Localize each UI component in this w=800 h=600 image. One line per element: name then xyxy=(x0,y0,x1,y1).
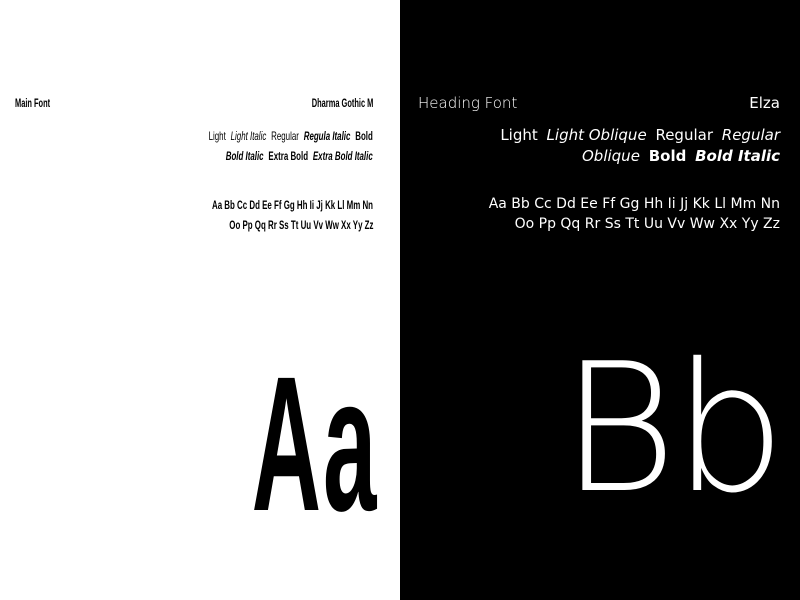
heading-weight-regular-oblique-a: Regular xyxy=(721,126,780,144)
main-font-specimen: Aa xyxy=(251,336,378,551)
heading-weight-regular: Regular xyxy=(655,126,713,144)
weight-light-italic: Light Italic xyxy=(230,129,267,143)
heading-weight-bold: Bold xyxy=(648,147,687,165)
alphabet-line-2: Oo Pp Qq Rr Ss Tt Uu Vv Ww Xx Yy Zz xyxy=(228,218,373,232)
main-font-name: Dharma Gothic M xyxy=(311,96,373,110)
heading-weight-regular-oblique-b: Oblique xyxy=(582,147,640,165)
main-font-panel: Main Font Dharma Gothic M Light Light It… xyxy=(0,0,400,600)
heading-font-specimen: Bb xyxy=(560,325,786,532)
alphabet-line-1: Aa Bb Cc Dd Ee Ff Gg Hh Ii Jj Kk Ll Mm N… xyxy=(211,198,373,212)
heading-alphabet-line-2: Oo Pp Qq Rr Ss Tt Uu Vv Ww Xx Yy Zz xyxy=(514,216,780,232)
heading-font-label: Heading Font xyxy=(418,94,518,112)
heading-weight-light: Light xyxy=(500,126,538,144)
weight-regular-italic: Regula Italic xyxy=(303,129,351,143)
heading-font-alphabet: Aa Bb Cc Dd Ee Ff Gg Hh Ii Jj Kk Ll Mm N… xyxy=(480,194,780,234)
main-font-weights: Light Light Italic Regular Regula Italic… xyxy=(113,126,373,166)
weight-bold: Bold xyxy=(355,129,373,143)
weight-extra-bold: Extra Bold xyxy=(268,149,309,163)
heading-weight-light-oblique: Light Oblique xyxy=(546,126,647,144)
weight-extra-bold-italic: Extra Bold Italic xyxy=(313,149,373,163)
heading-alphabet-line-1: Aa Bb Cc Dd Ee Ff Gg Hh Ii Jj Kk Ll Mm N… xyxy=(488,196,780,212)
weight-bold-italic: Bold Italic xyxy=(225,149,264,163)
weight-regular: Regular xyxy=(271,129,300,143)
heading-font-panel: Heading Font Elza Light Light Oblique Re… xyxy=(400,0,800,600)
heading-font-name: Elza xyxy=(749,94,780,112)
main-font-alphabet: Aa Bb Cc Dd Ee Ff Gg Hh Ii Jj Kk Ll Mm N… xyxy=(129,195,373,235)
main-font-label: Main Font xyxy=(15,96,51,110)
weight-light: Light xyxy=(208,129,226,143)
heading-font-weights: Light Light Oblique Regular Regular Obli… xyxy=(490,125,780,167)
heading-weight-bold-italic: Bold Italic xyxy=(695,147,780,165)
